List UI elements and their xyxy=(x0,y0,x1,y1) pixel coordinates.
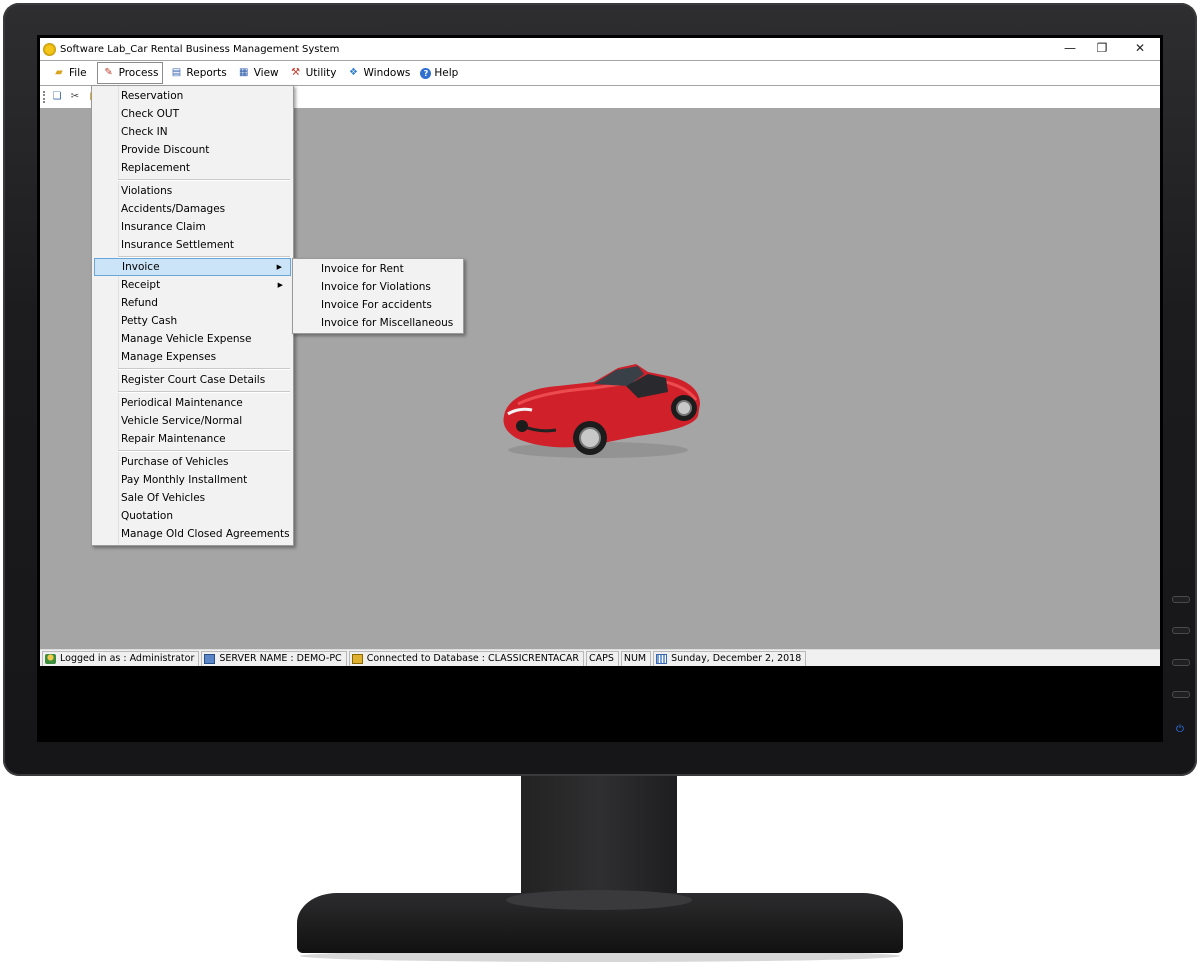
monitor-button xyxy=(1172,627,1190,634)
server-icon xyxy=(204,653,216,664)
menu-separator xyxy=(118,179,290,181)
menu-item-check-out[interactable]: Check OUT xyxy=(94,105,291,123)
wrench-icon: ⚒ xyxy=(291,67,301,78)
menu-item-petty-cash[interactable]: Petty Cash xyxy=(94,312,291,330)
status-database: Connected to Database : CLASSICRENTACAR xyxy=(348,650,584,666)
monitor-button xyxy=(1172,691,1190,698)
car-rear-rim xyxy=(676,400,692,416)
submenu-arrow-icon: ▶ xyxy=(277,281,283,289)
menu-reports[interactable]: ▤ Reports xyxy=(165,62,230,84)
invoice-submenu: Invoice for Rent Invoice for Violations … xyxy=(292,258,464,334)
status-num: NUM xyxy=(620,650,652,666)
menu-item-invoice[interactable]: Invoice ▶ xyxy=(94,258,291,276)
folder-open-icon: ▰ xyxy=(55,67,63,78)
database-icon xyxy=(351,653,363,664)
menu-item-check-in[interactable]: Check IN xyxy=(94,123,291,141)
menu-help[interactable]: ? Help xyxy=(416,62,462,84)
menu-item-manage-old-closed-agreements[interactable]: Manage Old Closed Agreements xyxy=(94,525,291,543)
menu-item-sale-of-vehicles[interactable]: Sale Of Vehicles xyxy=(94,489,291,507)
menu-item-insurance-claim[interactable]: Insurance Claim xyxy=(94,218,291,236)
status-server: SERVER NAME : DEMO-PC xyxy=(201,650,347,666)
menu-item-pay-monthly-installment[interactable]: Pay Monthly Installment xyxy=(94,471,291,489)
menu-item-replacement[interactable]: Replacement xyxy=(94,159,291,177)
monitor-button xyxy=(1172,596,1190,603)
menu-process[interactable]: ✎ Process xyxy=(96,62,164,84)
submenu-item-invoice-violations[interactable]: Invoice for Violations xyxy=(295,278,461,296)
menu-item-register-court-case[interactable]: Register Court Case Details xyxy=(94,371,291,389)
menu-item-periodical-maintenance[interactable]: Periodical Maintenance xyxy=(94,394,291,412)
menu-separator xyxy=(118,450,290,452)
user-icon xyxy=(45,653,56,664)
window-title: Software Lab_Car Rental Business Managem… xyxy=(60,43,340,55)
copy-icon[interactable]: ❏ xyxy=(50,90,64,103)
menu-separator xyxy=(118,368,290,370)
help-icon: ? xyxy=(420,67,432,79)
submenu-item-invoice-miscellaneous[interactable]: Invoice for Miscellaneous xyxy=(295,314,461,332)
process-dropdown: Reservation Check OUT Check IN Provide D… xyxy=(91,85,294,546)
status-caps: CAPS xyxy=(585,650,619,666)
submenu-arrow-icon: ▶ xyxy=(276,263,282,271)
menu-item-accidents-damages[interactable]: Accidents/Damages xyxy=(94,200,291,218)
menu-item-quotation[interactable]: Quotation xyxy=(94,507,291,525)
menu-item-receipt[interactable]: Receipt ▶ xyxy=(94,276,291,294)
status-logged-in: Logged in as : Administrator xyxy=(42,650,200,666)
menu-view[interactable]: ▦ View xyxy=(233,62,283,84)
power-icon: ⏻ xyxy=(1176,724,1184,735)
submenu-item-invoice-accidents[interactable]: Invoice For accidents xyxy=(295,296,461,314)
toolbar-grip[interactable] xyxy=(43,91,47,103)
menu-bar: ▰ File ✎ Process ▤ Reports ▦ View ⚒ Util… xyxy=(40,61,1160,85)
close-button[interactable]: ✕ xyxy=(1121,38,1159,60)
menu-file[interactable]: ▰ File xyxy=(48,62,91,84)
menu-item-violations[interactable]: Violations xyxy=(94,182,291,200)
menu-separator xyxy=(118,391,290,393)
menu-item-vehicle-service[interactable]: Vehicle Service/Normal xyxy=(94,412,291,430)
calendar-icon xyxy=(656,653,668,664)
car-illustration xyxy=(503,364,700,458)
menu-item-manage-vehicle-expense[interactable]: Manage Vehicle Expense xyxy=(94,330,291,348)
windows-icon: ❖ xyxy=(349,67,358,78)
report-icon: ▤ xyxy=(171,67,182,78)
status-date: Sunday, December 2, 2018 xyxy=(653,650,807,666)
car-front-rim xyxy=(579,427,601,449)
menu-item-refund[interactable]: Refund xyxy=(94,294,291,312)
monitor-neck-collar xyxy=(506,890,692,910)
process-icon: ✎ xyxy=(104,67,113,78)
menu-item-provide-discount[interactable]: Provide Discount xyxy=(94,141,291,159)
title-bar: Software Lab_Car Rental Business Managem… xyxy=(40,38,1160,60)
menu-utility[interactable]: ⚒ Utility xyxy=(285,62,341,84)
menu-item-purchase-vehicles[interactable]: Purchase of Vehicles xyxy=(94,453,291,471)
cut-icon[interactable]: ✂ xyxy=(68,90,82,103)
monitor-neck xyxy=(521,776,677,898)
menu-item-insurance-settlement[interactable]: Insurance Settlement xyxy=(94,236,291,254)
view-icon: ▦ xyxy=(238,67,249,78)
submenu-item-invoice-rent[interactable]: Invoice for Rent xyxy=(295,260,461,278)
menu-item-repair-maintenance[interactable]: Repair Maintenance xyxy=(94,430,291,448)
monitor-button xyxy=(1172,659,1190,666)
menu-item-manage-expenses[interactable]: Manage Expenses xyxy=(94,348,291,366)
menu-windows[interactable]: ❖ Windows xyxy=(343,62,415,84)
status-bar: Logged in as : Administrator SERVER NAME… xyxy=(40,649,1160,666)
app-gear-icon xyxy=(43,42,56,56)
restore-button[interactable]: ❐ xyxy=(1083,38,1121,60)
car-far-wheel xyxy=(516,420,528,432)
menu-item-reservation[interactable]: Reservation xyxy=(94,87,291,105)
